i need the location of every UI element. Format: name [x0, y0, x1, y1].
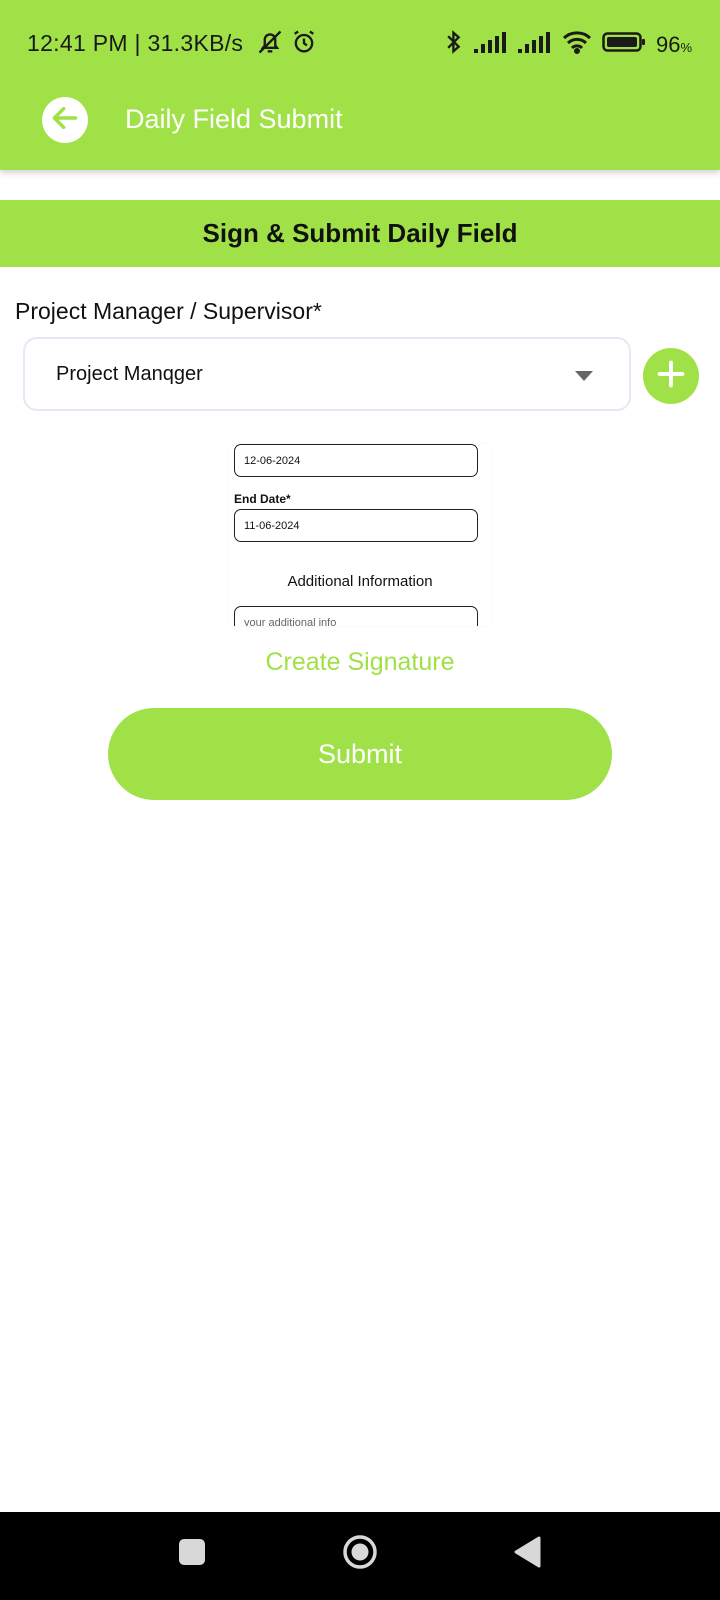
status-bar: 12:41 PM | 31.3KB/s 96% — [0, 20, 720, 70]
submit-button[interactable]: Submit — [108, 708, 612, 800]
page-title: Daily Field Submit — [125, 104, 343, 134]
start-date-value: 12-06-2024 — [244, 454, 301, 467]
bell-muted-icon — [256, 28, 284, 62]
manager-selected-value: Project Manqger — [56, 363, 203, 385]
signal-icon — [473, 30, 508, 60]
additional-info-heading: Additional Information — [287, 573, 433, 590]
back-nav-button[interactable] — [512, 1535, 542, 1569]
form-preview[interactable]: 12-06-2024 End Date* 11-06-2024 Addition… — [228, 444, 492, 626]
system-nav-bar — [0, 1512, 720, 1600]
home-button[interactable] — [342, 1534, 378, 1570]
section-banner: Sign & Submit Daily Field — [0, 200, 720, 267]
status-right: 96% — [444, 28, 692, 62]
plus-icon — [654, 357, 688, 396]
additional-info-input[interactable]: your additional info — [234, 606, 478, 626]
wifi-icon — [562, 30, 592, 60]
bluetooth-icon — [444, 28, 464, 62]
app-bar: 12:41 PM | 31.3KB/s 96% Daily Field Subm… — [0, 0, 720, 170]
end-date-input[interactable]: 11-06-2024 — [234, 509, 478, 542]
back-button[interactable] — [42, 97, 88, 143]
battery-percent: 96% — [656, 32, 692, 58]
alarm-icon — [290, 28, 318, 62]
arrow-left-icon — [49, 102, 81, 139]
battery-icon — [602, 30, 646, 60]
add-manager-button[interactable] — [643, 348, 699, 404]
end-date-value: 11-06-2024 — [244, 519, 300, 532]
status-time: 12:41 PM | 31.3KB/s — [27, 30, 244, 56]
battery-value: 96 — [655, 32, 681, 57]
signal-icon — [517, 30, 552, 60]
additional-info-placeholder: your additional info — [244, 616, 337, 627]
recent-apps-button[interactable] — [179, 1539, 205, 1565]
manager-field-label: Project Manager / Supervisor* — [15, 298, 322, 324]
start-date-input[interactable]: 12-06-2024 — [234, 444, 478, 477]
manager-dropdown[interactable]: Project Manqger — [23, 337, 631, 411]
dropdown-arrow-icon — [575, 371, 593, 381]
create-signature-link[interactable]: Create Signature — [0, 648, 720, 677]
end-date-label: End Date* — [234, 492, 291, 506]
battery-unit: % — [680, 40, 692, 55]
